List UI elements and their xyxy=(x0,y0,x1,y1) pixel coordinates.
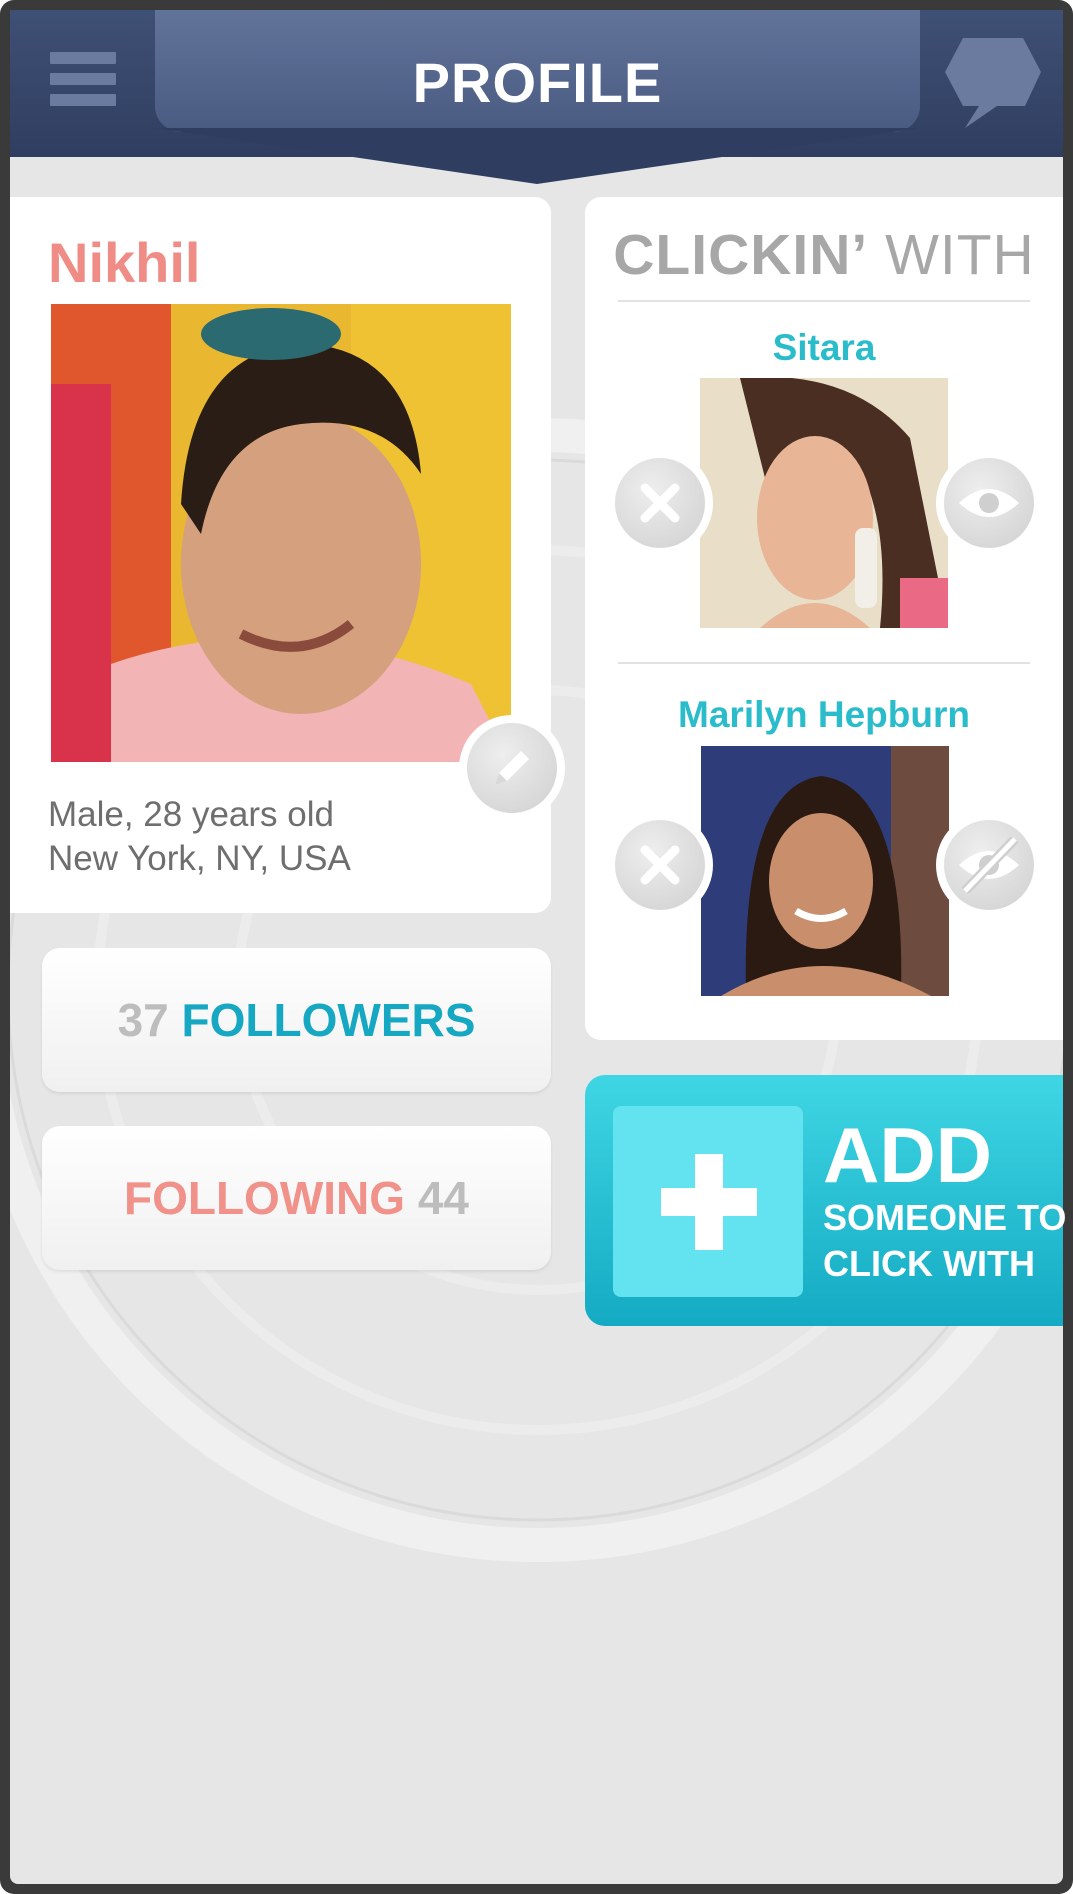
divider xyxy=(618,300,1030,302)
clickin-heading-bold: CLICKIN’ xyxy=(613,223,869,287)
divider xyxy=(618,662,1030,664)
followers-label: FOLLOWERS xyxy=(181,994,476,1046)
add-label-line2: SOMEONE TO xyxy=(823,1197,1067,1238)
remove-match-button[interactable] xyxy=(607,450,713,556)
clickin-heading-light: WITH xyxy=(885,223,1035,287)
add-someone-label[interactable]: ADD SOMEONE TO CLICK WITH xyxy=(823,1115,1066,1287)
visibility-toggle-button[interactable] xyxy=(936,812,1042,918)
edit-profile-button[interactable] xyxy=(459,715,565,821)
eye-slash-icon xyxy=(944,820,1034,910)
speech-bubble-icon[interactable] xyxy=(945,36,1041,136)
followers-button[interactable]: 37 FOLLOWERS xyxy=(42,948,551,1092)
match-name[interactable]: Sitara xyxy=(585,327,1063,369)
followers-count: 37 xyxy=(117,994,169,1046)
profile-location: New York, NY, USA xyxy=(48,839,351,878)
match-photo[interactable] xyxy=(700,378,948,628)
match-name[interactable]: Marilyn Hepburn xyxy=(585,694,1063,736)
close-x-icon xyxy=(615,820,705,910)
remove-match-button[interactable] xyxy=(607,812,713,918)
following-button[interactable]: FOLLOWING 44 xyxy=(42,1126,551,1270)
pencil-icon xyxy=(467,723,557,813)
plus-icon[interactable] xyxy=(613,1106,803,1297)
following-label: FOLLOWING xyxy=(123,1172,406,1224)
eye-icon xyxy=(944,458,1034,548)
add-label-line1: ADD xyxy=(823,1111,992,1199)
following-count: 44 xyxy=(417,1172,469,1224)
profile-details: Male, 28 years old New York, NY, USA xyxy=(48,793,351,881)
match-photo[interactable] xyxy=(701,746,949,996)
profile-age-gender: Male, 28 years old xyxy=(48,795,334,834)
add-label-line3: CLICK WITH xyxy=(823,1243,1035,1284)
profile-photo xyxy=(51,304,511,762)
visibility-toggle-button[interactable] xyxy=(936,450,1042,556)
profile-name: Nikhil xyxy=(48,231,201,294)
title-tab-pointer xyxy=(155,128,920,184)
page-title: PROFILE xyxy=(412,51,663,114)
clickin-with-heading: CLICKIN’ WITH xyxy=(585,222,1063,288)
close-x-icon xyxy=(615,458,705,548)
hamburger-menu-icon[interactable] xyxy=(50,52,116,118)
